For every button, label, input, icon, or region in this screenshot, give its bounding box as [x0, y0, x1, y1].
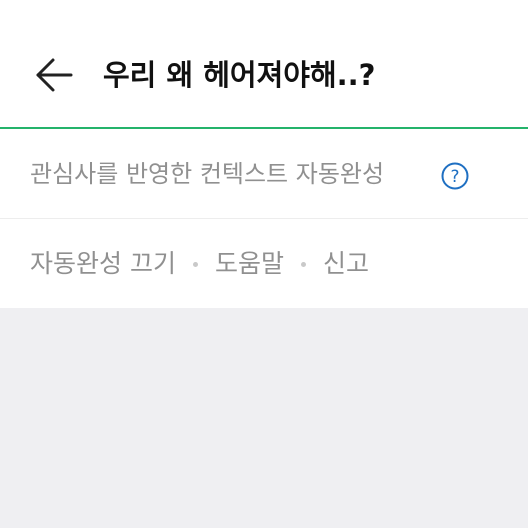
- search-screen: 우리 왜 헤어져야해..? 관심사를 반영한 컨텍스트 자동완성 ? 자동완성 …: [0, 0, 528, 528]
- context-autocomplete-row: 관심사를 반영한 컨텍스트 자동완성 ?: [0, 129, 528, 219]
- svg-text:?: ?: [450, 167, 459, 187]
- autocomplete-panel: 관심사를 반영한 컨텍스트 자동완성 ? 자동완성 끄기 도움말 신고: [0, 129, 528, 308]
- search-header: 우리 왜 헤어져야해..?: [0, 0, 528, 128]
- search-query-title[interactable]: 우리 왜 헤어져야해..?: [103, 53, 376, 97]
- report-link[interactable]: 신고: [323, 244, 369, 284]
- question-circle-icon[interactable]: ?: [440, 161, 470, 191]
- separator-dot: [192, 261, 198, 267]
- back-arrow-icon[interactable]: [28, 50, 78, 100]
- turn-off-autocomplete-link[interactable]: 자동완성 끄기: [30, 244, 176, 284]
- help-link[interactable]: 도움말: [215, 244, 284, 284]
- autocomplete-options-row: 자동완성 끄기 도움말 신고: [0, 219, 528, 308]
- context-autocomplete-label: 관심사를 반영한 컨텍스트 자동완성: [30, 160, 385, 188]
- separator-dot: [300, 261, 306, 267]
